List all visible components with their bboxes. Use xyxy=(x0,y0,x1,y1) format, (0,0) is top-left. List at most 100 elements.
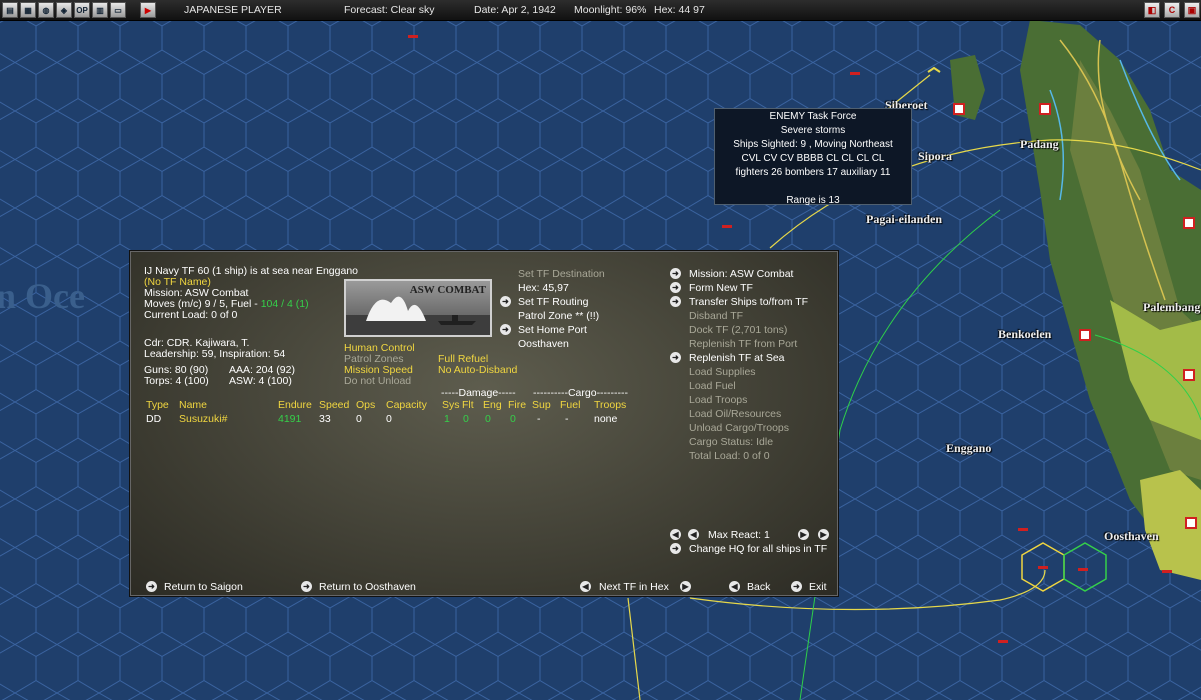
return-saigon-button[interactable]: Return to Saigon xyxy=(164,581,243,593)
tooltip-line: fighters 26 bombers 17 auxiliary 11 xyxy=(735,167,891,178)
col-header-sys[interactable]: Sys xyxy=(442,399,460,411)
enemy-tf-tooltip: ENEMY Task Force Severe storms Ships Sig… xyxy=(714,108,912,206)
end-turn-icon[interactable]: ▶ xyxy=(140,2,156,18)
patrol-zone-label: Patrol Zone ** (!!) xyxy=(518,310,600,322)
col-header-fuel[interactable]: Fuel xyxy=(560,399,580,411)
quit-icon[interactable]: ▣ xyxy=(1184,2,1200,18)
return-oosthaven-arrow-icon[interactable]: ➜ xyxy=(301,581,312,592)
load-supplies-button[interactable]: Load Supplies xyxy=(689,366,756,378)
unload-cargo-button[interactable]: Unload Cargo/Troops xyxy=(689,422,789,434)
col-header-speed[interactable]: Speed xyxy=(319,399,349,411)
replenish-port-button[interactable]: Replenish TF from Port xyxy=(689,338,797,350)
react-increase-icon[interactable]: ▶ xyxy=(798,529,809,540)
c-icon[interactable]: C xyxy=(1164,2,1180,18)
row-speed: 33 xyxy=(319,413,331,425)
load-oil-button[interactable]: Load Oil/Resources xyxy=(689,408,781,420)
mission-arrow-icon[interactable]: ➜ xyxy=(670,268,681,279)
map-label-enggano: Enggano xyxy=(946,441,992,455)
top-toolbar: ▤ ▦ ◍ ◈ OP ▥ ▭ ▶ JAPANESE PLAYER Forecas… xyxy=(0,0,1201,21)
col-header-type[interactable]: Type xyxy=(146,399,169,411)
replenish-sea-button[interactable]: Replenish TF at Sea xyxy=(689,352,785,364)
damage-group-header: -----Damage----- xyxy=(441,387,516,399)
destination-hex: Hex: 45,97 xyxy=(518,282,569,294)
prev-tf-icon[interactable]: ◀ xyxy=(580,581,591,592)
next-tf-button[interactable]: Next TF in Hex xyxy=(599,581,669,593)
tooltip-spacer xyxy=(715,180,911,194)
set-routing-button[interactable]: Set TF Routing xyxy=(518,296,588,308)
row-sys: 1 xyxy=(444,413,450,425)
col-header-troops[interactable]: Troops xyxy=(594,399,626,411)
map-label-pagai: Pagai-eilanden xyxy=(866,212,943,226)
cargo-status: Cargo Status: Idle xyxy=(689,436,774,448)
return-oosthaven-button[interactable]: Return to Oosthaven xyxy=(319,581,416,593)
routing-arrow-icon[interactable]: ➜ xyxy=(500,296,511,307)
tooltip-line: Ships Sighted: 9 , Moving Northeast xyxy=(733,139,893,150)
toggle-icon[interactable]: ◧ xyxy=(1144,2,1160,18)
return-saigon-arrow-icon[interactable]: ➜ xyxy=(146,581,157,592)
back-button[interactable]: Back xyxy=(747,581,770,593)
row-flt: 0 xyxy=(463,413,469,425)
dock-tf-button[interactable]: Dock TF (2,701 tons) xyxy=(689,324,787,336)
save-icon[interactable]: ▤ xyxy=(2,2,18,18)
mission-button[interactable]: Mission: ASW Combat xyxy=(689,268,793,280)
home-port-arrow-icon[interactable]: ➜ xyxy=(500,324,511,335)
col-header-endure[interactable]: Endure xyxy=(278,399,312,411)
tf-load: Current Load: 0 of 0 xyxy=(144,309,238,321)
map-label-palembang: Palembang xyxy=(1143,300,1201,314)
tooltip-line: ENEMY Task Force xyxy=(769,111,857,122)
moonlight-label: Moonlight: 96% xyxy=(574,4,647,16)
react-last-icon[interactable]: ▶ xyxy=(818,529,829,540)
date-label: Date: Apr 2, 1942 xyxy=(474,4,556,16)
col-header-sup[interactable]: Sup xyxy=(532,399,551,411)
col-header-fire[interactable]: Fire xyxy=(508,399,526,411)
map-label-padang: Padang xyxy=(1020,137,1059,151)
col-header-name[interactable]: Name xyxy=(179,399,207,411)
change-hq-button[interactable]: Change HQ for all ships in TF xyxy=(689,543,827,555)
tooltip-line: CVL CV CV BBBB CL CL CL CL xyxy=(741,153,885,164)
row-capacity: 0 xyxy=(386,413,392,425)
change-hq-arrow-icon[interactable]: ➜ xyxy=(670,543,681,554)
react-decrease-icon[interactable]: ◀ xyxy=(688,529,699,540)
forecast-label: Forecast: Clear sky xyxy=(344,4,435,16)
row-fire: 0 xyxy=(510,413,516,425)
col-header-capacity[interactable]: Capacity xyxy=(386,399,427,411)
set-destination-label[interactable]: Set TF Destination xyxy=(518,268,605,280)
max-react-value: Max React: 1 xyxy=(708,529,770,541)
col-header-flt[interactable]: Flt xyxy=(462,399,474,411)
disband-tf-button[interactable]: Disband TF xyxy=(689,310,743,322)
load-fuel-button[interactable]: Load Fuel xyxy=(689,380,736,392)
grid-icon[interactable]: ▥ xyxy=(92,2,108,18)
auto-disband-toggle[interactable]: No Auto-Disband xyxy=(438,364,517,376)
row-eng: 0 xyxy=(485,413,491,425)
map-label-ocean: n Oce xyxy=(0,276,85,316)
window-icon[interactable]: ▭ xyxy=(110,2,126,18)
row-sup: - xyxy=(537,413,541,425)
form-tf-arrow-icon[interactable]: ➜ xyxy=(670,282,681,293)
asw-combat-caption: ASW COMBAT xyxy=(409,284,486,296)
globe-icon[interactable]: ◍ xyxy=(38,2,54,18)
form-new-tf-button[interactable]: Form New TF xyxy=(689,282,753,294)
react-first-icon[interactable]: ◀ xyxy=(670,529,681,540)
map-icon[interactable]: ▦ xyxy=(20,2,36,18)
tooltip-line: Range is 13 xyxy=(786,195,840,206)
row-type: DD xyxy=(146,413,162,425)
next-tf-icon[interactable]: ▶ xyxy=(680,581,691,592)
row-ship-name[interactable]: Susuzuki# xyxy=(179,413,227,425)
back-arrow-icon[interactable]: ◀ xyxy=(729,581,740,592)
col-header-eng[interactable]: Eng xyxy=(483,399,502,411)
tooltip-line: Severe storms xyxy=(780,125,846,136)
home-port-name: Oosthaven xyxy=(518,338,569,350)
replenish-sea-arrow-icon[interactable]: ➜ xyxy=(670,352,681,363)
transfer-arrow-icon[interactable]: ➜ xyxy=(670,296,681,307)
col-header-ops[interactable]: Ops xyxy=(356,399,375,411)
filter-icon[interactable]: ◈ xyxy=(56,2,72,18)
op-icon[interactable]: OP xyxy=(74,2,90,18)
unload-toggle[interactable]: Do not Unload xyxy=(344,375,411,387)
asw-combat-image: ASW COMBAT xyxy=(344,279,492,337)
exit-arrow-icon[interactable]: ➜ xyxy=(791,581,802,592)
tf-leadership: Leadership: 59, Inspiration: 54 xyxy=(144,348,286,360)
load-troops-button[interactable]: Load Troops xyxy=(689,394,747,406)
exit-button[interactable]: Exit xyxy=(809,581,827,593)
set-home-port-button[interactable]: Set Home Port xyxy=(518,324,587,336)
transfer-ships-button[interactable]: Transfer Ships to/from TF xyxy=(689,296,808,308)
